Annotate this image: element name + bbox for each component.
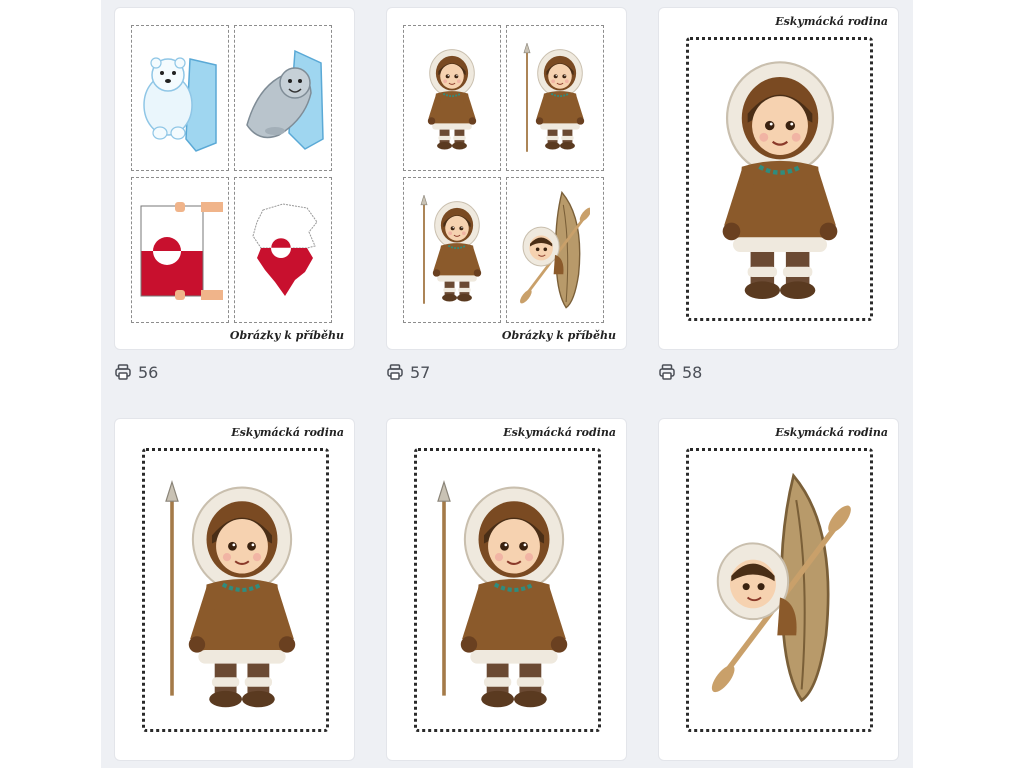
- dotted-frame: [686, 37, 873, 321]
- picture-card-father-with-spear: [506, 25, 604, 171]
- card-caption: Eskymácká rodina: [775, 15, 888, 28]
- printer-icon: [658, 363, 676, 381]
- card-caption: Obrázky k příběhu: [501, 329, 616, 342]
- print-count-value: 56: [138, 362, 159, 382]
- worksheet-card-56[interactable]: Obrázky k příběhu: [114, 7, 355, 350]
- picture-card-greenland-map: [234, 177, 332, 323]
- picture-card-boy-with-spear: [403, 177, 501, 323]
- print-count-56: 56: [114, 362, 158, 382]
- printer-icon: [386, 363, 404, 381]
- print-count-58: 58: [658, 362, 702, 382]
- picture-card-kayak: [506, 177, 604, 323]
- dotted-frame: [686, 448, 873, 732]
- dotted-frame: [142, 448, 329, 732]
- worksheet-card-58[interactable]: Eskymácká rodina: [658, 7, 899, 350]
- card-caption: Obrázky k příběhu: [229, 329, 344, 342]
- illustration-boy-with-spear: [432, 470, 584, 710]
- picture-card-greenland-flag: [131, 177, 229, 323]
- picture-card-seal: [234, 25, 332, 171]
- illustration-kayak: [705, 473, 855, 707]
- printer-icon: [114, 363, 132, 381]
- worksheet-card-father[interactable]: Eskymácká rodina: [114, 418, 355, 761]
- card-caption: Eskymácká rodina: [231, 426, 344, 439]
- illustration-father-with-spear: [160, 470, 312, 710]
- picture-card-girl-with-seal: [403, 25, 501, 171]
- print-count-57: 57: [386, 362, 430, 382]
- print-count-value: 58: [682, 362, 703, 382]
- worksheet-card-kayak[interactable]: Eskymácká rodina: [658, 418, 899, 761]
- card-caption: Eskymácká rodina: [775, 426, 888, 439]
- card-caption: Eskymácká rodina: [503, 426, 616, 439]
- print-count-value: 57: [410, 362, 431, 382]
- dotted-frame: [414, 448, 601, 732]
- worksheet-card-57[interactable]: Obrázky k příběhu: [386, 7, 627, 350]
- picture-card-polar-bear: [131, 25, 229, 171]
- illustration-girl-with-seal: [705, 52, 855, 306]
- worksheet-card-boy[interactable]: Eskymácká rodina: [386, 418, 627, 761]
